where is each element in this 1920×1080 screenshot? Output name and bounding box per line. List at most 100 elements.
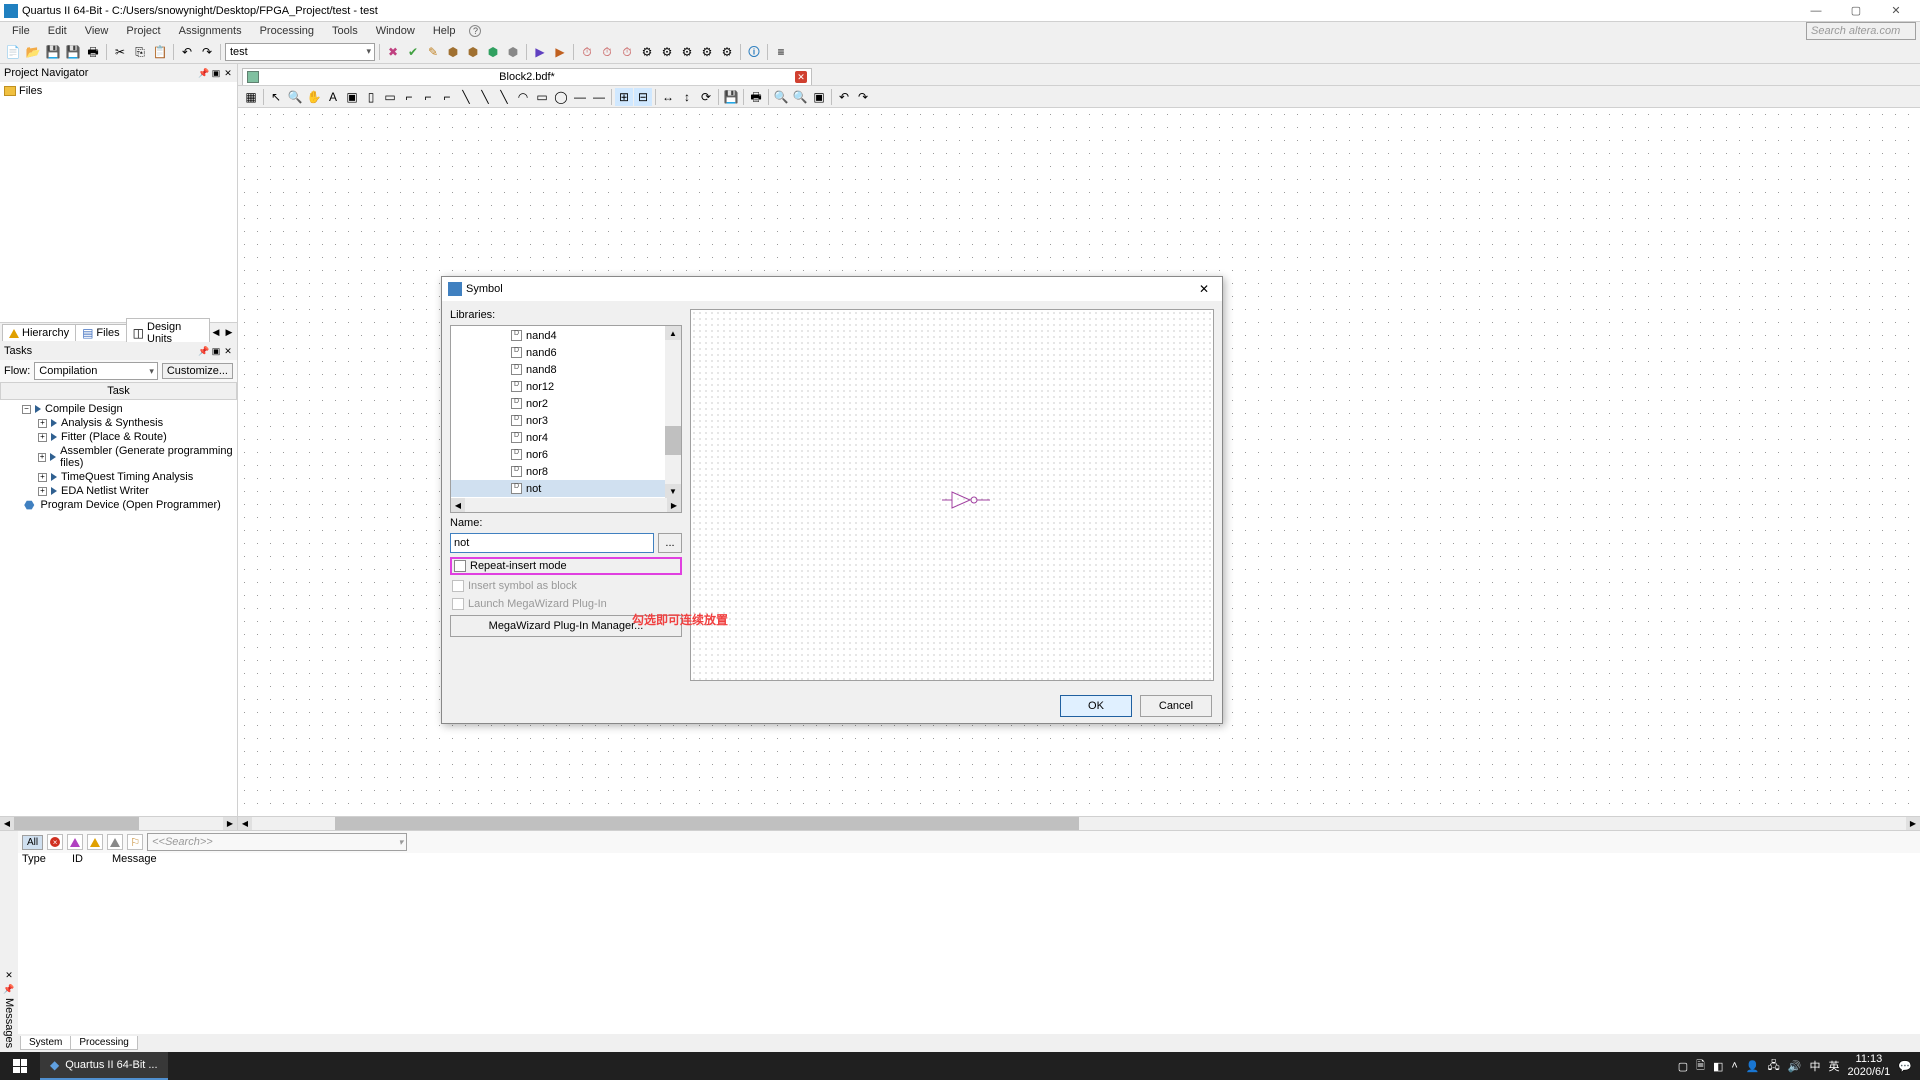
- filter-flag-icon[interactable]: ⚐: [127, 834, 143, 850]
- tool-icon[interactable]: ⚙: [658, 43, 676, 61]
- repeat-insert-checkbox[interactable]: [454, 560, 466, 572]
- dialog-close-button[interactable]: ✕: [1192, 279, 1216, 299]
- partial-icon[interactable]: ⊟: [634, 88, 652, 106]
- tab-close-icon[interactable]: ✕: [795, 71, 807, 83]
- tool-icon[interactable]: ⚙: [718, 43, 736, 61]
- panel-pin-icon[interactable]: 📌: [199, 346, 209, 356]
- save-all-icon[interactable]: 💾: [64, 43, 82, 61]
- lib-item[interactable]: nor6: [451, 446, 665, 463]
- new-file-icon[interactable]: 📄: [4, 43, 22, 61]
- redo-icon[interactable]: ↷: [854, 88, 872, 106]
- scroll-right-icon[interactable]: ▶: [1906, 817, 1920, 830]
- expand-icon[interactable]: +: [38, 473, 47, 482]
- zoom-out-icon[interactable]: 🔍: [791, 88, 809, 106]
- start-button[interactable]: [0, 1052, 40, 1080]
- scroll-right-icon[interactable]: ▶: [667, 498, 681, 512]
- browse-button[interactable]: ...: [658, 533, 682, 553]
- taskbar-app-quartus[interactable]: ◆ Quartus II 64-Bit ...: [40, 1052, 168, 1080]
- tray-up-icon[interactable]: ˄: [1731, 1060, 1737, 1072]
- arc-icon[interactable]: ◠: [514, 88, 532, 106]
- tray-clock[interactable]: 11:13 2020/6/1: [1847, 1053, 1890, 1079]
- diag-icon[interactable]: ╲: [457, 88, 475, 106]
- tab-scroll-left-icon[interactable]: ◀: [210, 327, 222, 339]
- flip-h-icon[interactable]: ↔: [659, 88, 677, 106]
- clock-icon[interactable]: ⏱: [618, 43, 636, 61]
- lib-vscroll[interactable]: ▲ ▼: [665, 326, 681, 498]
- rotate-icon[interactable]: ⟳: [697, 88, 715, 106]
- undo-icon[interactable]: ↶: [835, 88, 853, 106]
- wire-icon[interactable]: ⌐: [400, 88, 418, 106]
- task-analysis-synthesis[interactable]: +Analysis & Synthesis: [0, 416, 237, 430]
- scroll-left-icon[interactable]: ◀: [451, 498, 465, 512]
- redo-icon[interactable]: ↷: [198, 43, 216, 61]
- filter-critical-icon[interactable]: [67, 834, 83, 850]
- lib-item[interactable]: nor3: [451, 412, 665, 429]
- panel-undock-icon[interactable]: ▣: [211, 68, 221, 78]
- zoom-fit-icon[interactable]: ▣: [810, 88, 828, 106]
- messages-close-icon[interactable]: ✕: [3, 970, 15, 982]
- lib-item-selected[interactable]: not: [451, 480, 665, 497]
- tab-hierarchy[interactable]: Hierarchy: [2, 324, 76, 341]
- lib-item[interactable]: nor4: [451, 429, 665, 446]
- save-icon[interactable]: 💾: [722, 88, 740, 106]
- tool-icon[interactable]: ✔: [404, 43, 422, 61]
- task-timequest[interactable]: +TimeQuest Timing Analysis: [0, 470, 237, 484]
- tool-icon[interactable]: ⬢: [504, 43, 522, 61]
- lib-item[interactable]: nor2: [451, 395, 665, 412]
- document-tab[interactable]: Block2.bdf* ✕: [242, 68, 812, 85]
- tool-icon[interactable]: ▦: [242, 88, 260, 106]
- tray-icon[interactable]: ◧: [1713, 1060, 1723, 1073]
- flow-combo[interactable]: Compilation: [34, 362, 158, 380]
- menu-assignments[interactable]: Assignments: [171, 24, 250, 38]
- hand-icon[interactable]: ✋: [305, 88, 323, 106]
- messages-list[interactable]: [18, 869, 1920, 1034]
- menu-file[interactable]: File: [4, 24, 38, 38]
- task-fitter[interactable]: +Fitter (Place & Route): [0, 430, 237, 444]
- print-icon[interactable]: 🖶: [84, 43, 102, 61]
- tray-people-icon[interactable]: 👤: [1746, 1060, 1760, 1073]
- wand-icon[interactable]: ✎: [424, 43, 442, 61]
- paste-icon[interactable]: 📋: [151, 43, 169, 61]
- filter-all-button[interactable]: All: [22, 835, 43, 850]
- libraries-list[interactable]: nand4 nand6 nand8 nor12 nor2 nor3 nor4 n…: [451, 326, 665, 498]
- expand-icon[interactable]: +: [38, 487, 47, 496]
- task-program-device[interactable]: ⬣Program Device (Open Programmer): [0, 498, 237, 512]
- task-eda-netlist[interactable]: +EDA Netlist Writer: [0, 484, 237, 498]
- help-icon[interactable]: 🛈: [745, 43, 763, 61]
- tray-volume-icon[interactable]: 🔊: [1788, 1060, 1802, 1073]
- panel-close-icon[interactable]: ✕: [223, 346, 233, 356]
- messages-pin-icon[interactable]: 📌: [3, 984, 15, 996]
- dialog-titlebar[interactable]: Symbol ✕: [442, 277, 1222, 301]
- pin-icon[interactable]: ▯: [362, 88, 380, 106]
- left-hscroll[interactable]: ◀ ▶: [0, 816, 237, 830]
- tab-files[interactable]: ▤Files: [75, 324, 127, 341]
- search-altera-input[interactable]: Search altera.com: [1806, 22, 1916, 40]
- messages-search-input[interactable]: <<Search>>: [147, 833, 407, 851]
- minimize-button[interactable]: —: [1796, 1, 1836, 21]
- tray-icon[interactable]: ▢: [1678, 1060, 1688, 1073]
- expand-icon[interactable]: +: [38, 419, 47, 428]
- undo-icon[interactable]: ↶: [178, 43, 196, 61]
- tool-icon[interactable]: ✖: [384, 43, 402, 61]
- copy-icon[interactable]: ⎘: [131, 43, 149, 61]
- menu-help[interactable]: Help: [425, 24, 464, 38]
- customize-button[interactable]: Customize...: [162, 363, 233, 379]
- messages-side-label[interactable]: ✕ 📌 Messages: [0, 831, 18, 1052]
- lib-hscroll[interactable]: ◀ ▶: [451, 498, 681, 512]
- conduit-icon[interactable]: ⌐: [438, 88, 456, 106]
- block-icon[interactable]: ▭: [381, 88, 399, 106]
- zoom-in-icon[interactable]: 🔍: [772, 88, 790, 106]
- tool-icon[interactable]: ⬢: [444, 43, 462, 61]
- tool-icon[interactable]: ⚙: [638, 43, 656, 61]
- diag-icon[interactable]: ╲: [495, 88, 513, 106]
- menu-project[interactable]: Project: [118, 24, 168, 38]
- scroll-left-icon[interactable]: ◀: [238, 817, 252, 830]
- tray-ime2[interactable]: 英: [1828, 1058, 1839, 1074]
- files-node[interactable]: Files: [2, 84, 235, 98]
- project-navigator-body[interactable]: Files: [0, 82, 237, 322]
- name-input[interactable]: not: [450, 533, 654, 553]
- save-icon[interactable]: 💾: [44, 43, 62, 61]
- panel-undock-icon[interactable]: ▣: [211, 346, 221, 356]
- scroll-right-icon[interactable]: ▶: [223, 817, 237, 830]
- filter-info-icon[interactable]: [107, 834, 123, 850]
